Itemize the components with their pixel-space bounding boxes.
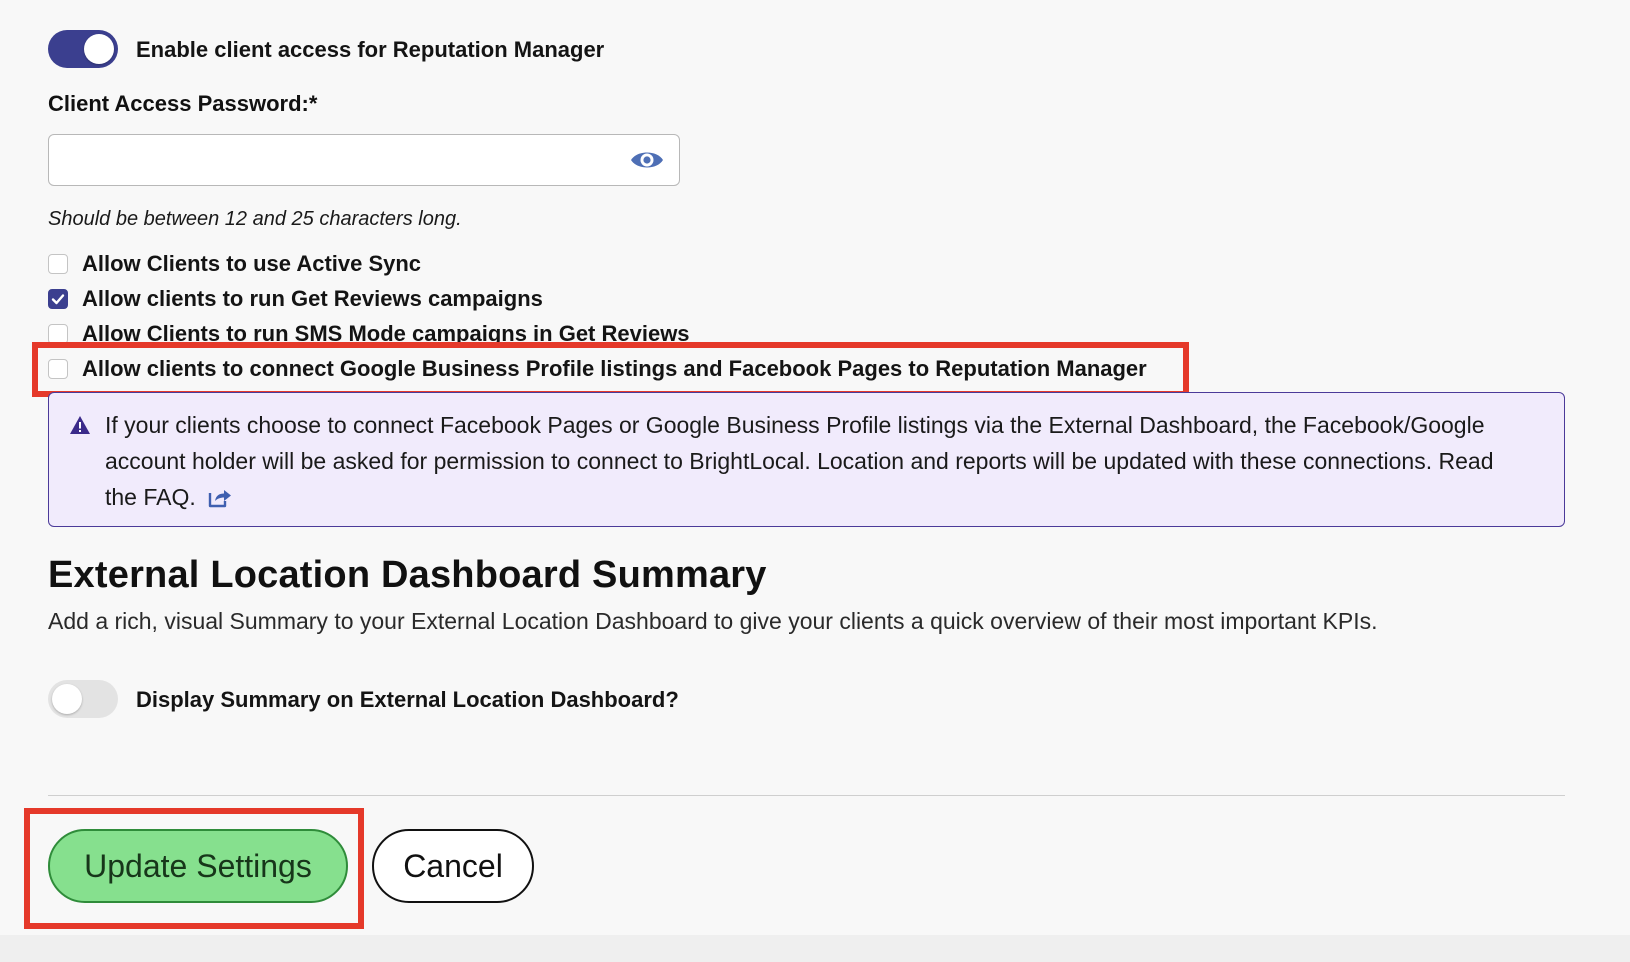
client-access-toggle[interactable] (48, 30, 118, 68)
option-active-sync[interactable]: Allow Clients to use Active Sync (48, 249, 421, 279)
option-connect-listings[interactable]: Allow clients to connect Google Business… (48, 354, 1147, 384)
warning-triangle-icon (70, 416, 90, 434)
get-reviews-checkbox[interactable] (48, 289, 68, 309)
notice-text: If your clients choose to connect Facebo… (105, 412, 1485, 474)
toggle-knob (84, 34, 114, 64)
update-settings-button[interactable]: Update Settings (48, 829, 348, 903)
connect-listings-label: Allow clients to connect Google Business… (82, 356, 1147, 381)
section-title: External Location Dashboard Summary (48, 554, 767, 596)
cancel-button[interactable]: Cancel (372, 829, 534, 903)
option-get-reviews[interactable]: Allow clients to run Get Reviews campaig… (48, 284, 543, 314)
active-sync-label: Allow Clients to use Active Sync (82, 251, 422, 276)
toggle-knob (52, 684, 82, 714)
active-sync-checkbox[interactable] (48, 254, 68, 274)
divider (48, 795, 1565, 796)
client-access-password-label: Client Access Password:* (48, 91, 318, 116)
checkmark-icon (51, 294, 65, 305)
display-summary-toggle-label: Display Summary on External Location Das… (136, 687, 679, 712)
client-access-toggle-label: Enable client access for Reputation Mana… (136, 37, 605, 62)
sms-mode-label: Allow Clients to run SMS Mode campaigns … (82, 321, 690, 346)
password-hint: Should be between 12 and 25 characters l… (48, 208, 462, 230)
external-link-icon[interactable] (208, 488, 232, 508)
footer-strip (0, 935, 1630, 962)
connect-listings-checkbox[interactable] (48, 359, 68, 379)
option-sms-mode[interactable]: Allow Clients to run SMS Mode campaigns … (48, 319, 690, 349)
display-summary-toggle[interactable] (48, 680, 118, 718)
sms-mode-checkbox[interactable] (48, 324, 68, 344)
get-reviews-label: Allow clients to run Get Reviews campaig… (82, 286, 543, 311)
client-access-password-field (48, 134, 680, 186)
section-description: Add a rich, visual Summary to your Exter… (48, 608, 1378, 634)
notice-text-block: If your clients choose to connect Facebo… (105, 407, 1525, 515)
connection-notice: If your clients choose to connect Facebo… (48, 392, 1565, 527)
eye-icon[interactable] (629, 147, 665, 173)
client-access-password-input[interactable] (61, 143, 625, 179)
